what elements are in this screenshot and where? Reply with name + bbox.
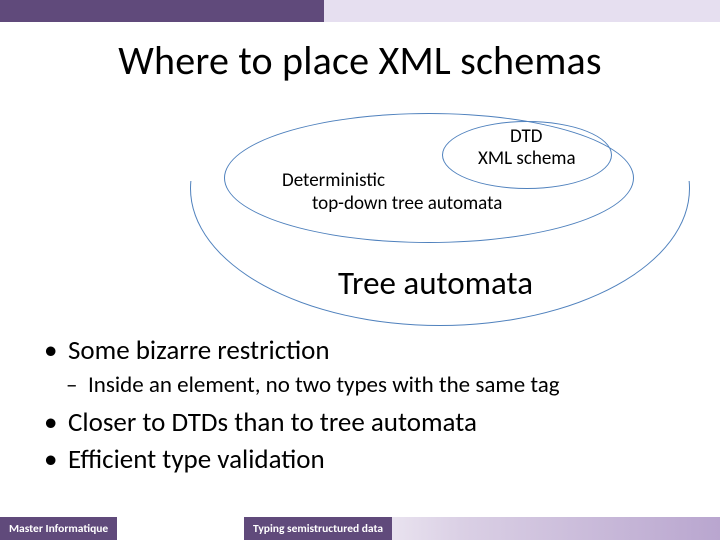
- label-xml-schema: XML schema: [478, 147, 576, 170]
- bullet-text: Closer to DTDs than to tree automata: [68, 406, 477, 439]
- bullet-item: Efficient type validation: [68, 443, 720, 478]
- diagram-area: DTD XML schema Deterministic top-down tr…: [0, 85, 720, 330]
- footer-left-text: Master Informatique: [9, 522, 108, 536]
- label-top-down: top-down tree automata: [312, 192, 502, 215]
- footer-bar: Master Informatique Typing semistructure…: [0, 517, 720, 540]
- header-bar-light: [324, 0, 720, 22]
- bullet-item: Some bizarre restriction Inside an eleme…: [68, 334, 720, 400]
- footer-center-box: Typing semistructured data: [244, 517, 392, 540]
- bullet-list: Some bizarre restriction Inside an eleme…: [0, 334, 720, 477]
- footer-center-text: Typing semistructured data: [253, 522, 383, 536]
- label-dtd: DTD: [510, 125, 542, 148]
- sub-bullet-item: Inside an element, no two types with the…: [88, 371, 720, 400]
- label-tree-automata: Tree automata: [338, 263, 533, 303]
- slide-title: Where to place XML schemas: [0, 36, 720, 85]
- bullet-item: Closer to DTDs than to tree automata: [68, 406, 720, 441]
- bullet-text: Efficient type validation: [68, 443, 325, 476]
- header-bar: [0, 0, 720, 22]
- label-deterministic: Deterministic: [282, 169, 385, 192]
- bullet-text: Some bizarre restriction: [68, 334, 330, 367]
- header-bar-dark: [0, 0, 324, 22]
- footer-left-box: Master Informatique: [0, 517, 117, 540]
- sub-bullet-text: Inside an element, no two types with the…: [88, 371, 560, 399]
